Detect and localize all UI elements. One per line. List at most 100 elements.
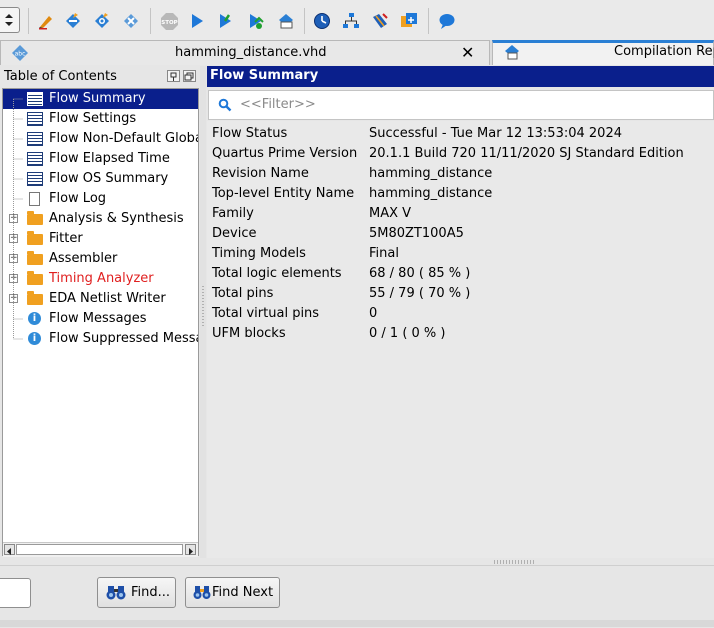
filter-placeholder: <<Filter>>	[240, 97, 316, 112]
toolbar-separator	[150, 8, 151, 34]
folder-icon	[27, 251, 43, 265]
toc-item-label: Fitter	[49, 231, 83, 246]
row-value: hamming_distance	[369, 186, 493, 201]
stop-label: STOP	[161, 20, 177, 26]
expand-icon[interactable]: +	[9, 234, 18, 243]
row-value: 55 / 79 ( 70 % )	[369, 286, 471, 301]
row-value: Successful - Tue Mar 12 13:53:04 2024	[369, 126, 622, 141]
chat-icon[interactable]	[437, 11, 457, 31]
float-window-icon[interactable]	[183, 70, 196, 82]
table-icon	[27, 172, 43, 186]
document-icon	[29, 192, 40, 206]
toc-item[interactable]: Flow Non-Default Global	[3, 129, 199, 149]
row-value: hamming_distance	[369, 166, 493, 181]
fitter-icon[interactable]	[121, 11, 141, 31]
row-key: Top-level Entity Name	[212, 186, 355, 201]
expand-icon[interactable]: +	[9, 274, 18, 283]
toc-item[interactable]: i Flow Messages	[3, 309, 198, 329]
scroll-right-icon[interactable]	[185, 544, 196, 555]
expand-icon[interactable]: +	[9, 214, 18, 223]
vhdl-file-icon: abc	[11, 44, 29, 66]
toc-item[interactable]: + EDA Netlist Writer	[3, 289, 198, 309]
toc-horizontal-scrollbar[interactable]	[3, 542, 198, 557]
tab-hamming-distance-vhd[interactable]: abc hamming_distance.vhd ✕	[0, 40, 490, 65]
toolbar-separator	[304, 8, 305, 34]
find-next-button[interactable]: Find Next	[185, 577, 280, 608]
toc-item-label: Flow Non-Default Global	[49, 131, 199, 146]
analysis-synthesis-icon[interactable]	[92, 11, 112, 31]
close-icon[interactable]: ✕	[461, 43, 474, 62]
info-icon: i	[28, 312, 41, 325]
find-button[interactable]: Find...	[97, 577, 176, 608]
report-icon[interactable]	[276, 11, 296, 31]
pin-icon[interactable]	[167, 70, 180, 82]
toc-item[interactable]: i Flow Suppressed Messag	[3, 329, 198, 349]
tab-compilation-report[interactable]: Compilation Rep	[492, 40, 714, 65]
hierarchy-icon[interactable]	[341, 11, 361, 31]
row-value: 20.1.1 Build 720 11/11/2020 SJ Standard …	[369, 146, 684, 161]
toc-item-label: Flow Messages	[49, 311, 147, 326]
expand-icon[interactable]: +	[9, 254, 18, 263]
toc-item[interactable]: + Fitter	[3, 229, 198, 249]
report-icon	[503, 44, 521, 66]
toc-title: Table of Contents	[4, 69, 117, 84]
toc-item[interactable]: Flow Settings	[3, 109, 198, 129]
stop-icon[interactable]: STOP	[159, 11, 179, 31]
toc-item[interactable]: + Timing Analyzer	[3, 269, 198, 289]
row-value: 0	[369, 306, 378, 321]
table-icon	[27, 132, 43, 146]
table-of-contents: Flow Summary Flow Settings Flow Non-Defaul…	[2, 88, 199, 556]
find-bar: Find... Find Next	[0, 565, 714, 628]
toolbar-separator	[28, 8, 29, 34]
tab-label: Compilation Rep	[614, 44, 714, 59]
toc-item-label: Flow Elapsed Time	[49, 151, 170, 166]
find-input[interactable]	[0, 578, 31, 608]
row-key: Device	[212, 226, 257, 241]
toc-item-label: Flow Summary	[49, 91, 146, 106]
programmer-icon[interactable]	[399, 11, 419, 31]
row-key: UFM blocks	[212, 326, 286, 341]
analysis-icon[interactable]	[63, 11, 83, 31]
toc-item[interactable]: Flow Summary	[3, 89, 198, 109]
row-key: Total logic elements	[212, 266, 342, 281]
main-toolbar: STOP	[0, 0, 714, 41]
row-key: Family	[212, 206, 254, 221]
scroll-left-icon[interactable]	[4, 544, 15, 555]
scroll-thumb[interactable]	[16, 544, 183, 555]
chip-planner-icon[interactable]	[312, 11, 332, 31]
toc-item-label: Flow Settings	[49, 111, 137, 126]
netlist-icon[interactable]	[246, 11, 266, 31]
filter-field[interactable]: <<Filter>>	[208, 90, 714, 120]
svg-text:abc: abc	[15, 51, 26, 58]
expand-icon[interactable]: +	[9, 294, 18, 303]
toc-item[interactable]: + Assembler	[3, 249, 198, 269]
find-button-label: Find...	[131, 585, 171, 600]
document-tab-bar: abc hamming_distance.vhd ✕ Compilation R…	[0, 40, 714, 65]
toc-item[interactable]: Flow OS Summary	[3, 169, 198, 189]
resize-grip[interactable]	[494, 560, 534, 564]
pane-splitter[interactable]	[200, 66, 206, 558]
toc-item-label: Flow Log	[49, 191, 107, 206]
timing-icon[interactable]	[216, 11, 236, 31]
row-key: Total pins	[212, 286, 274, 301]
toc-item[interactable]: Flow Elapsed Time	[3, 149, 198, 169]
table-icon	[27, 112, 43, 126]
toc-item-label: EDA Netlist Writer	[49, 291, 166, 306]
pin-planner-icon[interactable]	[370, 11, 390, 31]
flow-summary-title: Flow Summary	[210, 68, 319, 83]
toc-header: Table of Contents	[0, 66, 203, 88]
info-icon: i	[28, 332, 41, 345]
row-value: 5M80ZT100A5	[369, 226, 464, 241]
edit-icon[interactable]	[36, 11, 56, 31]
search-icon	[218, 98, 232, 116]
row-key: Timing Models	[212, 246, 306, 261]
table-icon	[27, 92, 43, 106]
start-compilation-icon[interactable]	[187, 11, 207, 31]
toolbar-spinner[interactable]	[0, 7, 20, 33]
toc-item[interactable]: Flow Log	[3, 189, 198, 209]
table-icon	[27, 152, 43, 166]
row-key: Total virtual pins	[212, 306, 320, 321]
flow-summary-table: Flow Status Successful - Tue Mar 12 13:53…	[207, 121, 714, 564]
folder-icon	[27, 291, 43, 305]
toc-item[interactable]: + Analysis & Synthesis	[3, 209, 198, 229]
